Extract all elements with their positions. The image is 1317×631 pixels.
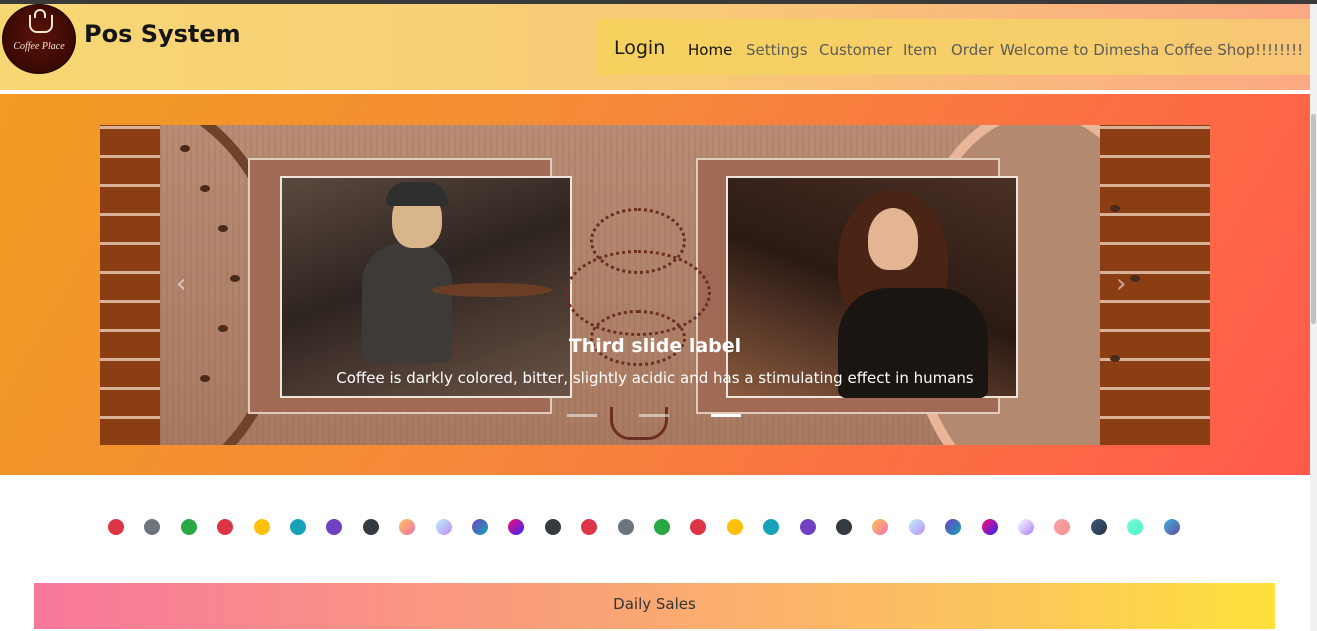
cafe-photo-woman-with-hat (280, 176, 572, 398)
welcome-message: Welcome to Dimesha Coffee Shop!!!!!!!! (1000, 41, 1304, 59)
brick-wall-left (100, 125, 160, 445)
coffee-bean-icon (218, 225, 228, 232)
color-dot[interactable] (508, 519, 525, 535)
coffee-bean-icon (218, 325, 228, 332)
color-dot[interactable] (581, 519, 598, 535)
nav-settings[interactable]: Settings (746, 41, 808, 59)
color-dot[interactable] (872, 519, 889, 535)
coffee-bean-icon (180, 145, 190, 152)
color-dot[interactable] (180, 519, 197, 535)
color-dot[interactable] (763, 519, 780, 535)
daily-sales-label: Daily Sales (613, 595, 696, 613)
slide-indicator-2[interactable] (639, 414, 669, 417)
color-dot[interactable] (690, 519, 707, 535)
coffee-bean-icon (1110, 205, 1120, 212)
color-dot[interactable] (799, 519, 816, 535)
color-dot[interactable] (435, 519, 452, 535)
color-dot[interactable] (654, 519, 670, 535)
header-bar: Coffee Place Pos System Login Home Setti… (0, 4, 1310, 90)
coffee-bean-icon (200, 185, 210, 192)
page-scrollbar[interactable] (1310, 4, 1317, 631)
color-dot-row (0, 519, 1310, 537)
color-dot[interactable] (472, 519, 488, 535)
color-dot[interactable] (836, 519, 852, 535)
color-dot[interactable] (399, 519, 416, 535)
cafe-photo-woman-with-phone (726, 176, 1018, 398)
figure-face (868, 208, 918, 270)
nav-home[interactable]: Home (688, 41, 732, 59)
chevron-right-icon[interactable]: › (1116, 271, 1136, 297)
carousel-indicators (567, 414, 743, 418)
color-dot[interactable] (1054, 519, 1071, 535)
slide-indicator-1[interactable] (567, 414, 597, 417)
beanie-hat (386, 182, 448, 206)
color-dot[interactable] (217, 519, 234, 535)
coffee-cup-icon (29, 15, 53, 33)
image-carousel[interactable]: ‹ › Third slide label Coffee is darkly c… (100, 125, 1210, 445)
cafe-table (432, 283, 552, 297)
color-dot[interactable] (945, 519, 962, 535)
nav-order[interactable]: Order (951, 41, 994, 59)
color-dot[interactable] (290, 519, 306, 535)
color-dot[interactable] (544, 519, 561, 535)
slide-caption-text: Coffee is darkly colored, bitter, slight… (336, 369, 974, 387)
navbar: Login Home Settings Customer Item Order … (598, 19, 1310, 75)
login-link[interactable]: Login (614, 37, 665, 59)
color-dot[interactable] (981, 519, 998, 535)
color-dot[interactable] (1018, 519, 1034, 535)
hero-section: ‹ › Third slide label Coffee is darkly c… (0, 94, 1310, 475)
color-dot[interactable] (1163, 519, 1180, 535)
color-dot[interactable] (144, 519, 161, 535)
scrollbar-thumb[interactable] (1311, 114, 1316, 324)
slide-indicator-3[interactable] (711, 414, 741, 417)
slide-caption-title: Third slide label (568, 335, 742, 357)
nav-customer[interactable]: Customer (819, 41, 892, 59)
chevron-left-icon[interactable]: ‹ (176, 271, 196, 297)
color-dot[interactable] (253, 519, 270, 535)
brand-title: Pos System (84, 20, 241, 48)
coffee-cup-icon (610, 407, 668, 440)
nav-item[interactable]: Item (903, 41, 937, 59)
daily-sales-card[interactable]: Daily Sales (34, 583, 1275, 629)
color-dot[interactable] (1090, 519, 1107, 535)
color-dot[interactable] (726, 519, 743, 535)
color-dot[interactable] (362, 519, 379, 535)
color-dot[interactable] (1127, 519, 1144, 535)
color-dot[interactable] (108, 519, 124, 535)
color-dot[interactable] (617, 519, 634, 535)
coffee-bean-icon (230, 275, 240, 282)
logo-text: Coffee Place (13, 41, 65, 52)
coffee-place-logo[interactable]: Coffee Place (2, 4, 76, 74)
color-dot[interactable] (908, 519, 925, 535)
color-dot[interactable] (326, 519, 343, 535)
